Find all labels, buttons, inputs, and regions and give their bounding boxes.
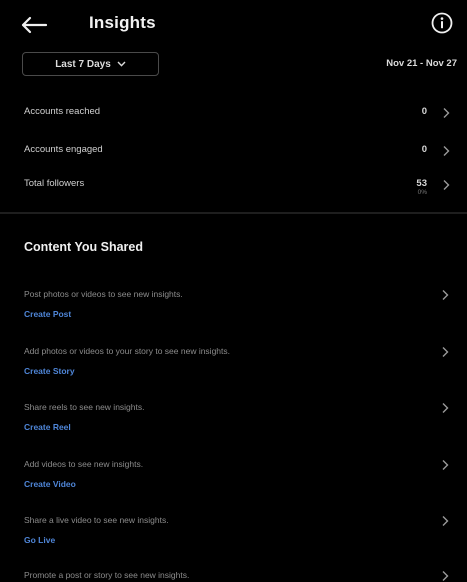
create-post-link[interactable]: Create Post [24, 309, 71, 319]
chevron-right-icon [442, 460, 449, 470]
chevron-right-icon [442, 347, 449, 357]
metric-total-followers[interactable]: Total followers 53 0% [0, 170, 467, 200]
metric-value: 53 [416, 178, 427, 189]
metric-label: Accounts reached [24, 106, 101, 117]
page-title: Insights [89, 13, 156, 32]
create-story-link[interactable]: Create Story [24, 366, 75, 376]
content-description: Add photos or videos to your story to se… [24, 346, 231, 356]
date-range-dates: Nov 21 - Nov 27 [386, 58, 457, 69]
metric-label: Accounts engaged [24, 144, 103, 155]
content-item-reel[interactable]: Share reels to see new insights. Create … [0, 402, 467, 448]
chevron-right-icon [443, 180, 450, 190]
section-title: Content You Shared [24, 240, 143, 254]
go-live-link[interactable]: Go Live [24, 535, 55, 545]
metric-change: 0% [417, 189, 427, 196]
content-description: Promote a post or story to see new insig… [24, 570, 190, 580]
metric-label: Total followers [24, 178, 85, 189]
chevron-right-icon [442, 403, 449, 413]
content-item-live[interactable]: Share a live video to see new insights. … [0, 515, 467, 561]
chevron-right-icon [442, 290, 449, 300]
chevron-right-icon [443, 108, 450, 118]
create-video-link[interactable]: Create Video [24, 479, 76, 489]
content-item-story[interactable]: Add photos or videos to your story to se… [0, 346, 467, 392]
content-item-video[interactable]: Add videos to see new insights. Create V… [0, 459, 467, 505]
create-reel-link[interactable]: Create Reel [24, 422, 71, 432]
metric-value: 0 [421, 144, 427, 155]
content-description: Add videos to see new insights. [24, 459, 144, 469]
metric-accounts-reached[interactable]: Accounts reached 0 [0, 98, 467, 128]
chevron-right-icon [442, 571, 449, 581]
date-range-label: Last 7 Days [55, 58, 111, 70]
info-icon[interactable] [431, 12, 453, 34]
content-item-promote[interactable]: Promote a post or story to see new insig… [0, 570, 467, 581]
chevron-down-icon [117, 61, 126, 67]
metric-accounts-engaged[interactable]: Accounts engaged 0 [0, 136, 467, 166]
arrow-left-icon[interactable] [20, 16, 48, 34]
metric-value: 0 [421, 106, 427, 117]
date-range-row: Last 7 Days Nov 21 - Nov 27 [0, 52, 467, 82]
date-range-dropdown[interactable]: Last 7 Days [22, 52, 159, 76]
content-description: Share reels to see new insights. [24, 402, 145, 412]
content-item-post[interactable]: Post photos or videos to see new insight… [0, 289, 467, 335]
chevron-right-icon [443, 146, 450, 156]
chevron-right-icon [442, 516, 449, 526]
content-description: Share a live video to see new insights. [24, 515, 169, 525]
section-divider [0, 212, 467, 214]
header: Insights [0, 0, 467, 46]
content-description: Post photos or videos to see new insight… [24, 289, 183, 299]
